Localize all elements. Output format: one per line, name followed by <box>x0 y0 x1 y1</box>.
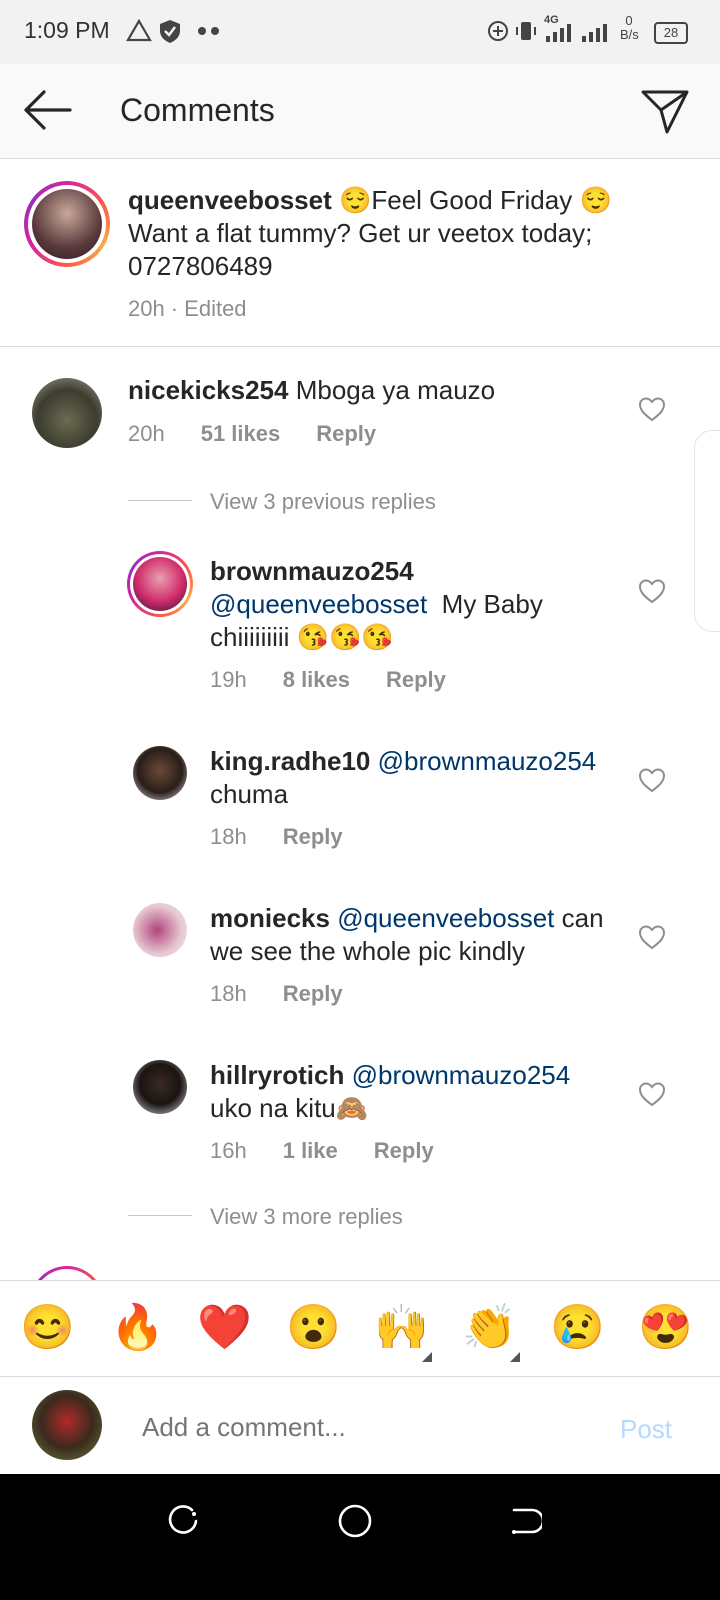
skin-tone-corner-icon <box>510 1352 520 1362</box>
reply-button[interactable]: Reply <box>283 824 343 849</box>
signal-1-icon <box>546 24 571 42</box>
reply-avatar[interactable] <box>133 746 187 800</box>
vibrate-icon <box>516 22 536 40</box>
signal-2-icon <box>582 24 607 42</box>
reply-username[interactable]: king.radhe10 <box>210 746 370 776</box>
app-header: Comments <box>0 64 720 159</box>
caption-avatar-ring[interactable] <box>24 181 110 267</box>
caption-username[interactable]: queenveebosset <box>128 185 332 215</box>
battery-icon: 28 <box>654 22 688 44</box>
caption-text: queenveebosset 😌Feel Good Friday 😌 Want … <box>128 185 612 281</box>
comment-likes[interactable]: 51 likes <box>201 421 281 446</box>
view-previous-line <box>128 500 192 501</box>
like-heart-icon[interactable] <box>638 578 666 604</box>
status-bar: 1:09 PM 4G 0 B/s 28 <box>0 0 720 64</box>
reply-mention[interactable]: @brownmauzo254 <box>378 746 597 776</box>
post-button[interactable]: Post <box>620 1414 672 1445</box>
reply-mention[interactable]: @queenveebosset <box>337 903 554 933</box>
emoji-raised-hands-button[interactable]: 🙌 <box>374 1302 429 1354</box>
reply-meta: 16h 1 like Reply <box>210 1138 434 1163</box>
reply-username[interactable]: hillryrotich <box>210 1060 344 1090</box>
reply-username[interactable]: brownmauzo254 <box>210 556 414 586</box>
view-more-replies[interactable]: View 3 more replies <box>210 1204 403 1230</box>
reply-text: hillryrotich @brownmauzo254 uko na kitu🙈 <box>210 1060 571 1123</box>
like-heart-icon[interactable] <box>638 1081 666 1107</box>
emoji-bar <box>0 1280 720 1377</box>
skin-tone-corner-icon <box>422 1352 432 1362</box>
data-saver-icon <box>488 21 508 41</box>
emoji-heart-eyes-button[interactable]: 😍 <box>638 1302 693 1354</box>
like-heart-icon[interactable] <box>638 924 666 950</box>
home-icon[interactable] <box>336 1502 374 1540</box>
caption-divider <box>0 346 720 347</box>
reply-button[interactable]: Reply <box>283 981 343 1006</box>
emoji-surprised-button[interactable]: 😮 <box>286 1302 341 1354</box>
like-heart-icon[interactable] <box>638 396 666 422</box>
reply-text: king.radhe10 @brownmauzo254 chuma <box>210 746 597 809</box>
page-title: Comments <box>120 92 275 128</box>
reply-mention[interactable]: @brownmauzo254 <box>352 1060 571 1090</box>
reply-likes[interactable]: 1 like <box>283 1138 338 1163</box>
comment-input[interactable] <box>140 1404 604 1450</box>
user-avatar[interactable] <box>32 1390 102 1460</box>
view-more-line <box>128 1215 192 1216</box>
comment-avatar[interactable] <box>32 378 102 448</box>
caption-meta: 20h · Edited <box>128 296 247 321</box>
shield-icon <box>160 20 180 43</box>
reply-text: brownmauzo254 @queenveebosset My Baby ch… <box>210 556 543 652</box>
emoji-heart-button[interactable]: ❤️ <box>197 1302 252 1354</box>
emoji-fire-button[interactable]: 🔥 <box>110 1302 165 1354</box>
comment-meta: 20h 51 likes Reply <box>128 421 377 446</box>
net-speed: 0 B/s <box>620 13 639 42</box>
reply-button[interactable]: Reply <box>386 667 446 692</box>
reply-likes[interactable]: 8 likes <box>283 667 350 692</box>
emoji-clap-button[interactable]: 👏 <box>462 1302 517 1354</box>
reply-avatar[interactable] <box>133 903 187 957</box>
caption-avatar <box>32 189 102 259</box>
reply-mention[interactable]: @queenveebosset <box>210 589 427 619</box>
reply-meta: 18h Reply <box>210 981 343 1006</box>
recent-apps-icon[interactable] <box>166 1504 200 1538</box>
more-dots-icon <box>198 27 219 35</box>
comment-text: nicekicks254 Mboga ya mauzo <box>128 375 496 405</box>
emoji-smile-button[interactable]: 😊 <box>20 1302 75 1354</box>
like-heart-icon[interactable] <box>638 767 666 793</box>
reply-meta: 19h 8 likes Reply <box>210 667 446 692</box>
comment-reply-button[interactable]: Reply <box>316 421 376 446</box>
next-comment-avatar-peek <box>30 1266 104 1280</box>
comment-username[interactable]: nicekicks254 <box>128 375 288 405</box>
system-nav-bar <box>0 1474 720 1600</box>
view-previous-replies[interactable]: View 3 previous replies <box>210 489 436 515</box>
reply-username[interactable]: moniecks <box>210 903 330 933</box>
reply-meta: 18h Reply <box>210 824 343 849</box>
back-nav-icon[interactable] <box>508 1504 542 1538</box>
reply-avatar <box>133 557 187 611</box>
reply-avatar-ring[interactable] <box>127 551 193 617</box>
reply-avatar[interactable] <box>133 1060 187 1114</box>
back-arrow-icon[interactable] <box>22 89 72 131</box>
warning-icon <box>126 18 152 42</box>
send-direct-icon[interactable] <box>640 87 690 135</box>
scroll-edge-handle[interactable] <box>694 430 720 632</box>
emoji-crying-button[interactable]: 😢 <box>550 1302 605 1354</box>
status-time: 1:09 PM <box>24 17 110 43</box>
reply-button[interactable]: Reply <box>374 1138 434 1163</box>
reply-text: moniecks @queenveebosset can we see the … <box>210 903 604 966</box>
